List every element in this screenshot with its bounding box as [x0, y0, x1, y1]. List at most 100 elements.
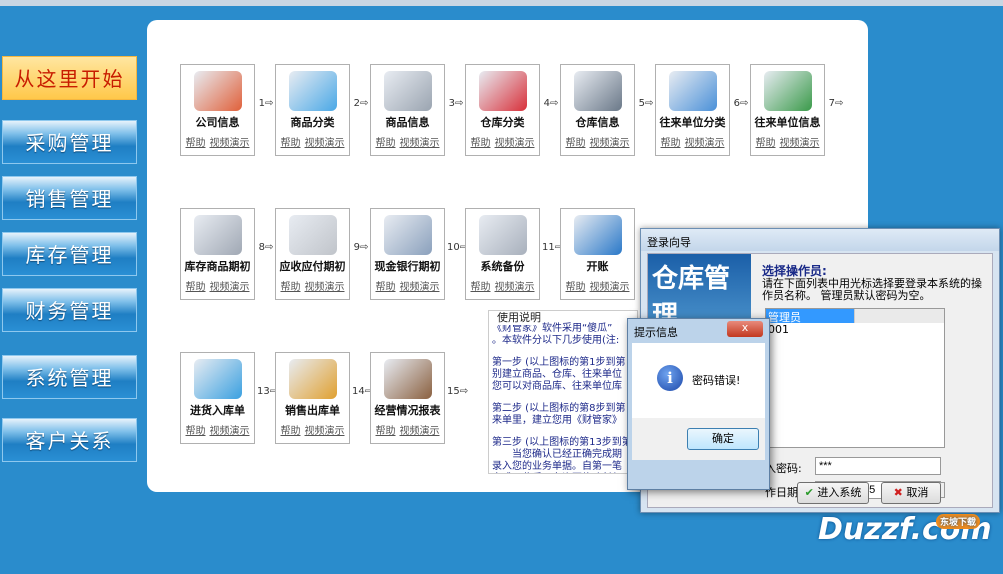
notes-line: 您可以对商品库、往来单位库	[492, 381, 622, 392]
notes-line: 别建立商品、仓库、往来单位	[492, 369, 622, 380]
card-label: 应收应付期初	[279, 260, 346, 273]
video-link[interactable]: 视频演示	[780, 138, 820, 149]
step-card[interactable]: 经营情况报表 帮助 视频演示	[370, 352, 445, 444]
step-arrow: 8⇨	[258, 242, 274, 253]
x-icon: ✖	[893, 486, 903, 499]
help-link[interactable]: 帮助	[281, 426, 301, 437]
help-link[interactable]: 帮助	[186, 426, 206, 437]
video-link[interactable]: 视频演示	[590, 282, 630, 293]
help-link[interactable]: 帮助	[566, 138, 586, 149]
help-link[interactable]: 帮助	[376, 282, 396, 293]
step-card[interactable]: 仓库信息 帮助 视频演示	[560, 64, 635, 156]
help-link[interactable]: 帮助	[376, 426, 396, 437]
step-card[interactable]: 现金银行期初 帮助 视频演示	[370, 208, 445, 300]
module-icon	[478, 215, 527, 255]
step-number: 4	[543, 98, 550, 109]
step-card[interactable]: 往来单位信息 帮助 视频演示	[750, 64, 825, 156]
card-label: 商品信息	[385, 116, 430, 129]
notes-line: 。本软件分以下几步使用(注:	[492, 335, 620, 346]
help-link[interactable]: 帮助	[566, 282, 586, 293]
help-link[interactable]: 帮助	[281, 282, 301, 293]
module-icon	[193, 359, 242, 399]
module-icon	[193, 215, 242, 255]
step-card[interactable]: 应收应付期初 帮助 视频演示	[275, 208, 350, 300]
step-arrow: 13⇨	[257, 386, 279, 397]
video-link[interactable]: 视频演示	[400, 138, 440, 149]
step-card[interactable]: 商品分类 帮助 视频演示	[275, 64, 350, 156]
card-label: 商品分类	[290, 116, 335, 129]
nav-button[interactable]: 财务管理	[2, 288, 137, 332]
video-link[interactable]: 视频演示	[495, 282, 535, 293]
video-link[interactable]: 视频演示	[685, 138, 725, 149]
step-card[interactable]: 系统备份 帮助 视频演示	[465, 208, 540, 300]
password-input[interactable]	[815, 457, 941, 475]
info-icon: i	[657, 365, 683, 391]
help-link[interactable]: 帮助	[376, 138, 396, 149]
video-link[interactable]: 视频演示	[400, 426, 440, 437]
step-number: 15	[447, 386, 460, 397]
video-link[interactable]: 视频演示	[210, 138, 250, 149]
operator-item[interactable]: 管理员	[766, 309, 856, 324]
video-link[interactable]: 视频演示	[305, 282, 345, 293]
operator-item[interactable]: 001	[766, 323, 856, 337]
card-label: 现金银行期初	[374, 260, 441, 273]
card-label: 进货入库单	[190, 404, 245, 417]
step-card[interactable]: 销售出库单 帮助 视频演示	[275, 352, 350, 444]
card-label: 公司信息	[195, 116, 240, 129]
video-link[interactable]: 视频演示	[590, 138, 630, 149]
step-card[interactable]: 库存商品期初 帮助 视频演示	[180, 208, 255, 300]
enter-system-button[interactable]: ✔ 进入系统	[797, 482, 869, 504]
step-card[interactable]: 商品信息 帮助 视频演示	[370, 64, 445, 156]
step-arrow: 7⇨	[828, 98, 844, 109]
operator-list[interactable]: 管理员 001	[765, 308, 945, 448]
step-card[interactable]: 进货入库单 帮助 视频演示	[180, 352, 255, 444]
help-link[interactable]: 帮助	[471, 138, 491, 149]
step-card[interactable]: 往来单位分类 帮助 视频演示	[655, 64, 730, 156]
step-card[interactable]: 公司信息 帮助 视频演示	[180, 64, 255, 156]
step-arrow: 11⇨	[542, 242, 564, 253]
notes-line: 第二步 (以上图标的第8步到第	[492, 403, 626, 414]
nav-button[interactable]: 采购管理	[2, 120, 137, 164]
module-icon	[288, 215, 337, 255]
help-link[interactable]: 帮助	[471, 282, 491, 293]
step-number: 13	[257, 386, 270, 397]
module-icon	[288, 359, 337, 399]
video-link[interactable]: 视频演示	[495, 138, 535, 149]
help-link[interactable]: 帮助	[281, 138, 301, 149]
cancel-button[interactable]: ✖ 取消	[881, 482, 941, 504]
close-button[interactable]: x	[727, 321, 763, 337]
nav-button[interactable]: 客户关系	[2, 418, 137, 462]
step-number: 1	[258, 98, 265, 109]
card-label: 经营情况报表	[374, 404, 441, 417]
help-link[interactable]: 帮助	[661, 138, 681, 149]
module-icon	[383, 71, 432, 111]
card-label: 往来单位信息	[754, 116, 821, 129]
step-number: 10	[447, 242, 460, 253]
card-label: 仓库分类	[480, 116, 525, 129]
help-link[interactable]: 帮助	[756, 138, 776, 149]
ok-button[interactable]: 确定	[687, 428, 759, 450]
nav-button[interactable]: 销售管理	[2, 176, 137, 220]
step-card[interactable]: 开账 帮助 视频演示	[560, 208, 635, 300]
nav-button[interactable]: 从这里开始	[2, 56, 137, 100]
video-link[interactable]: 视频演示	[210, 426, 250, 437]
step-arrow: 14⇨	[352, 386, 374, 397]
step-arrow: 10⇨	[447, 242, 469, 253]
card-label: 仓库信息	[575, 116, 620, 129]
nav-button[interactable]: 库存管理	[2, 232, 137, 276]
video-link[interactable]: 视频演示	[305, 138, 345, 149]
message-box: 提示信息 x i 密码错误! 确定	[627, 318, 770, 490]
nav-button[interactable]: 系统管理	[2, 355, 137, 399]
notes-line: 第一步 (以上图标的第1步到第	[492, 357, 626, 368]
video-link[interactable]: 视频演示	[305, 426, 345, 437]
list-scrollbar[interactable]	[854, 309, 944, 323]
video-link[interactable]: 视频演示	[210, 282, 250, 293]
help-link[interactable]: 帮助	[186, 138, 206, 149]
module-icon	[573, 71, 622, 111]
help-link[interactable]: 帮助	[186, 282, 206, 293]
top-bar	[0, 0, 1003, 6]
video-link[interactable]: 视频演示	[400, 282, 440, 293]
card-label: 系统备份	[480, 260, 525, 273]
login-title: 登录向导	[641, 229, 999, 251]
step-card[interactable]: 仓库分类 帮助 视频演示	[465, 64, 540, 156]
